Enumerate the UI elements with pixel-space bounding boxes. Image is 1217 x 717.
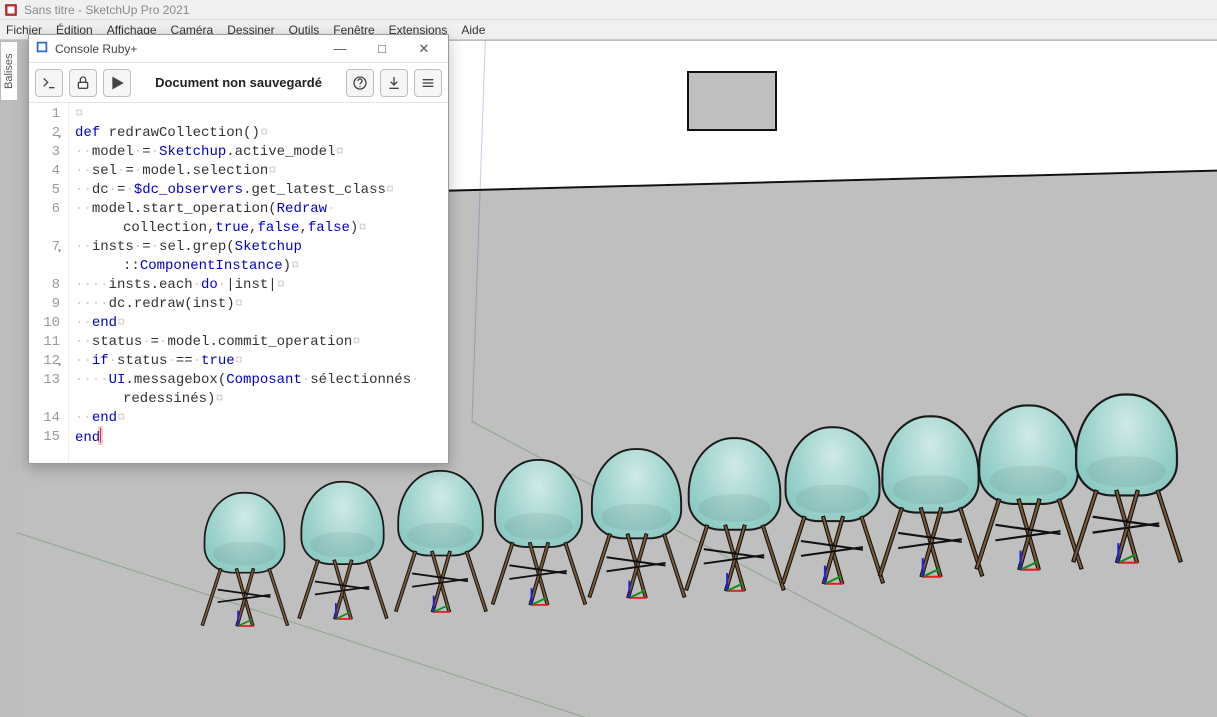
chair-instance[interactable]: [397, 470, 483, 611]
play-button[interactable]: [103, 69, 131, 97]
code-line[interactable]: end: [75, 428, 442, 448]
code-area[interactable]: ¤def redrawCollection()¤··model·=·Sketch…: [69, 103, 448, 463]
chair-instance[interactable]: [785, 426, 881, 583]
scene-opening: [687, 71, 777, 131]
chair-instance[interactable]: [300, 481, 384, 618]
text-cursor: [100, 428, 101, 443]
code-editor[interactable]: 12▾34567▾89101112▾131415 ¤def redrawColl…: [29, 103, 448, 463]
line-gutter: 12▾34567▾89101112▾131415: [29, 103, 69, 463]
code-line[interactable]: ¤: [75, 105, 442, 124]
chair-seat: [1075, 393, 1178, 496]
ruby-toolbar: Document non sauvegardé: [29, 63, 448, 103]
menu-aide[interactable]: Aide: [461, 23, 485, 37]
chair-legs: [978, 505, 1079, 569]
code-line[interactable]: ··model.start_operation(Redraw·: [75, 200, 442, 219]
menu-button[interactable]: [414, 69, 442, 97]
app-titlebar: Sans titre - SketchUp Pro 2021: [0, 0, 1217, 20]
minimize-button[interactable]: —: [322, 39, 358, 59]
component-axes-icon: [434, 595, 452, 613]
ruby-titlebar[interactable]: Console Ruby+ — □ ✕: [29, 35, 448, 63]
code-line[interactable]: ··end¤: [75, 314, 442, 333]
app-icon: [4, 3, 18, 17]
maximize-button[interactable]: □: [364, 39, 400, 59]
code-line[interactable]: ··dc·=·$dc_observers.get_latest_class¤: [75, 181, 442, 200]
ruby-title: Console Ruby+: [55, 42, 137, 56]
side-tab-balises[interactable]: Balises: [0, 41, 17, 101]
scene-slab: [447, 41, 1217, 192]
chair-legs: [881, 514, 979, 576]
close-button[interactable]: ✕: [406, 39, 442, 59]
chair-instance[interactable]: [1075, 393, 1178, 561]
code-line[interactable]: ··if·status·==·true¤: [75, 352, 442, 371]
code-line[interactable]: ··end¤: [75, 409, 442, 428]
code-line[interactable]: ····UI.messagebox(Composant·sélectionnés…: [75, 371, 442, 390]
chair-legs: [300, 565, 384, 618]
code-line[interactable]: ··sel·=·model.selection¤: [75, 162, 442, 181]
chair-seat: [881, 415, 979, 513]
chair-legs: [591, 539, 682, 597]
code-line[interactable]: ::ComponentInstance)¤: [75, 257, 442, 276]
chair-legs: [494, 548, 583, 604]
component-axes-icon: [825, 565, 845, 585]
component-axes-icon: [629, 580, 648, 599]
code-line[interactable]: ··insts·=·sel.grep(Sketchup: [75, 238, 442, 257]
component-axes-icon: [238, 610, 255, 627]
chair-legs: [1075, 496, 1178, 561]
code-line[interactable]: redessinés)¤: [75, 390, 442, 409]
chair-legs: [397, 556, 483, 611]
chair-instance[interactable]: [978, 404, 1079, 568]
chair-legs: [785, 522, 881, 583]
chair-seat: [494, 459, 583, 548]
chair-instance[interactable]: [204, 492, 286, 625]
code-line[interactable]: def redrawCollection()¤: [75, 124, 442, 143]
app-title: Sans titre - SketchUp Pro 2021: [24, 3, 189, 17]
chair-seat: [397, 470, 483, 556]
ruby-status: Document non sauvegardé: [137, 75, 340, 90]
chair-seat: [785, 426, 881, 522]
chair-seat: [978, 404, 1079, 505]
chair-seat: [300, 481, 384, 565]
chair-instance[interactable]: [591, 448, 682, 597]
chair-seat: [204, 492, 286, 574]
component-axes-icon: [923, 557, 944, 578]
chair-seat: [591, 448, 682, 539]
component-axes-icon: [1118, 542, 1140, 564]
chair-instance[interactable]: [881, 415, 979, 575]
component-axes-icon: [1021, 550, 1042, 571]
component-axes-icon: [727, 572, 747, 592]
lock-button[interactable]: [69, 69, 97, 97]
chair-legs: [688, 531, 782, 590]
ruby-app-icon: [35, 40, 49, 57]
execute-button[interactable]: [35, 69, 63, 97]
ruby-console-window[interactable]: Console Ruby+ — □ ✕ Document non sauvega…: [28, 34, 449, 464]
code-line[interactable]: ··model·=·Sketchup.active_model¤: [75, 143, 442, 162]
component-axes-icon: [531, 587, 550, 606]
chair-instance[interactable]: [688, 437, 782, 590]
code-line[interactable]: ····dc.redraw(inst)¤: [75, 295, 442, 314]
help-button[interactable]: [346, 69, 374, 97]
component-axes-icon: [336, 602, 354, 620]
code-line[interactable]: ····insts.each·do·|inst|¤: [75, 276, 442, 295]
code-line[interactable]: collection,true,false,false)¤: [75, 219, 442, 238]
chair-seat: [688, 437, 782, 531]
chair-instance[interactable]: [494, 459, 583, 604]
download-button[interactable]: [380, 69, 408, 97]
chair-legs: [204, 574, 286, 626]
code-line[interactable]: ··status·=·model.commit_operation¤: [75, 333, 442, 352]
